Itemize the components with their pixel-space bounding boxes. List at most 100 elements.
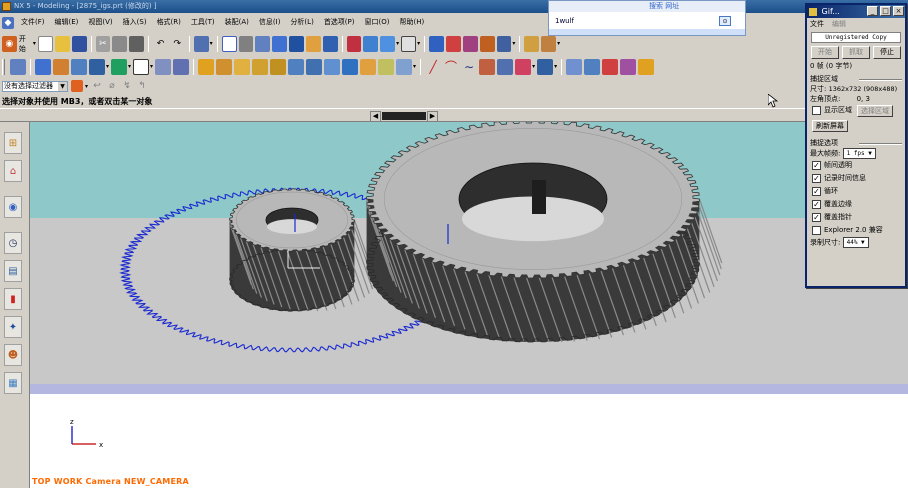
copy-icon[interactable]: [112, 35, 128, 52]
snap-center-icon[interactable]: [496, 35, 512, 52]
open-folder-icon[interactable]: [54, 35, 70, 52]
view-scroller[interactable]: ◀ ▶: [370, 110, 438, 122]
project-curve-icon[interactable]: [515, 58, 532, 75]
shell-icon[interactable]: [234, 58, 251, 75]
layer-icon[interactable]: [346, 35, 362, 52]
arc-icon[interactable]: ⌒: [443, 59, 459, 75]
draft-icon[interactable]: [252, 58, 269, 75]
menu-item-10[interactable]: 窗口(O): [360, 15, 395, 30]
extrude-icon[interactable]: [35, 58, 51, 75]
history-icon[interactable]: ◷: [4, 232, 22, 254]
boolean-subtract-icon[interactable]: [173, 58, 190, 75]
split-body-icon[interactable]: [342, 58, 359, 75]
wcs-icon[interactable]: [429, 35, 445, 52]
reuse-library-icon[interactable]: ◉: [4, 196, 22, 218]
pattern-icon[interactable]: [288, 58, 305, 75]
chevron-down-icon[interactable]: ▾: [396, 40, 399, 47]
select-tool-icon[interactable]: [193, 35, 209, 52]
chevron-down-icon[interactable]: ▾: [557, 40, 560, 47]
graphics-viewport[interactable]: z x: [30, 122, 908, 488]
select-points-icon[interactable]: ↰: [136, 78, 148, 94]
menu-item-4[interactable]: 格式(R): [152, 15, 186, 30]
mirror-icon[interactable]: [306, 58, 323, 75]
render-style-icon[interactable]: [363, 35, 379, 52]
palette-icon[interactable]: ▮: [4, 288, 22, 310]
select-faces-icon[interactable]: ↩: [91, 78, 103, 94]
undo-icon[interactable]: ↶: [153, 36, 168, 52]
toolbar-grip[interactable]: [2, 58, 5, 75]
edit-curve-icon[interactable]: [537, 58, 554, 75]
maximize-icon[interactable]: □: [880, 6, 891, 16]
camera-icon[interactable]: [322, 35, 338, 52]
start-menu-button[interactable]: 开始: [19, 34, 32, 54]
chevron-down-icon[interactable]: ▾: [512, 40, 515, 47]
chevron-down-icon[interactable]: ▾: [33, 40, 36, 47]
cut-icon[interactable]: ✂: [95, 35, 111, 52]
fit-view-icon[interactable]: [221, 35, 237, 52]
chamfer-icon[interactable]: [216, 58, 233, 75]
chevron-down-icon[interactable]: ▾: [106, 63, 109, 70]
minimize-icon[interactable]: _: [867, 6, 878, 16]
refresh-screen-button[interactable]: 刷新屏幕: [812, 120, 848, 132]
process-studio-icon[interactable]: ✦: [4, 316, 22, 338]
boolean-unite-icon[interactable]: [155, 58, 172, 75]
search-toolbar-header[interactable]: 搜索 网址: [549, 1, 745, 12]
capture-option-checkbox[interactable]: ✓: [812, 187, 821, 196]
menu-item-11[interactable]: 帮助(H): [394, 15, 429, 30]
max-fps-select[interactable]: 1 fps ▼: [842, 148, 876, 159]
orient-view-icon[interactable]: [401, 35, 417, 52]
system-materials-icon[interactable]: ▦: [4, 372, 22, 394]
paste-icon[interactable]: [129, 35, 145, 52]
show-area-checkbox[interactable]: [812, 106, 821, 115]
datum-plane-icon[interactable]: [111, 58, 128, 75]
menu-item-1[interactable]: 编辑(E): [50, 15, 84, 30]
shaded-cube-icon[interactable]: [380, 35, 396, 52]
redo-icon[interactable]: ↷: [170, 36, 185, 52]
menu-item-8[interactable]: 分析(L): [285, 15, 318, 30]
sew-icon[interactable]: [396, 58, 413, 75]
bounded-plane-icon[interactable]: [602, 58, 619, 75]
start-record-button[interactable]: 开始: [811, 46, 839, 59]
close-icon[interactable]: ×: [893, 6, 904, 16]
zoom-icon[interactable]: [255, 35, 271, 52]
curve-tool-icon[interactable]: [479, 58, 496, 75]
model-scene[interactable]: z x: [30, 122, 908, 488]
menu-item-7[interactable]: 信息(I): [254, 15, 286, 30]
revolve-icon[interactable]: [53, 58, 69, 75]
search-toolbar-go-icon[interactable]: ⊙: [719, 16, 731, 26]
through-curves-icon[interactable]: [584, 58, 601, 75]
menu-item-2[interactable]: 视图(V): [83, 15, 117, 30]
save-icon[interactable]: [71, 35, 87, 52]
nx-menu-icon[interactable]: ◆: [2, 16, 14, 29]
record-size-select[interactable]: 44% ▼: [842, 237, 869, 248]
zoom-window-icon[interactable]: [238, 35, 254, 52]
search-toolbar-input[interactable]: 1wulf: [549, 15, 745, 27]
chevron-down-icon[interactable]: ▾: [150, 63, 153, 70]
snap-endpoint-icon[interactable]: [462, 35, 478, 52]
scale-body-icon[interactable]: [378, 58, 395, 75]
perspective-icon[interactable]: [305, 35, 321, 52]
chevron-down-icon[interactable]: ▾: [85, 83, 88, 90]
menu-item-3[interactable]: 插入(S): [118, 15, 152, 30]
capture-button[interactable]: 抓取: [842, 46, 870, 59]
capture-option-checkbox[interactable]: ✓: [812, 200, 821, 209]
stop-button[interactable]: 停止: [873, 46, 901, 59]
chevron-down-icon[interactable]: ▾: [532, 63, 535, 70]
spline-icon[interactable]: ∼: [461, 59, 477, 75]
n-sided-surface-icon[interactable]: [620, 58, 637, 75]
chevron-down-icon[interactable]: ▾: [413, 63, 416, 70]
hole-icon[interactable]: [89, 58, 105, 75]
start-icon[interactable]: ◉: [2, 35, 17, 52]
capture-option-checkbox[interactable]: [812, 226, 821, 235]
measure-icon[interactable]: [524, 35, 540, 52]
chevron-down-icon[interactable]: ▾: [210, 40, 213, 47]
rectangle-icon[interactable]: [133, 58, 150, 75]
chevron-down-icon[interactable]: ▼: [58, 81, 67, 91]
type-filter-select[interactable]: 没有选择过滤器 ▼: [2, 80, 68, 92]
web-browser-icon[interactable]: ▤: [4, 260, 22, 282]
snap-midpoint-icon[interactable]: [479, 35, 495, 52]
capture-option-checkbox[interactable]: ✓: [812, 161, 821, 170]
menu-item-0[interactable]: 文件(F): [16, 15, 50, 30]
gif-menu-edit[interactable]: 编辑: [832, 18, 846, 30]
chevron-down-icon[interactable]: ▾: [554, 63, 557, 70]
